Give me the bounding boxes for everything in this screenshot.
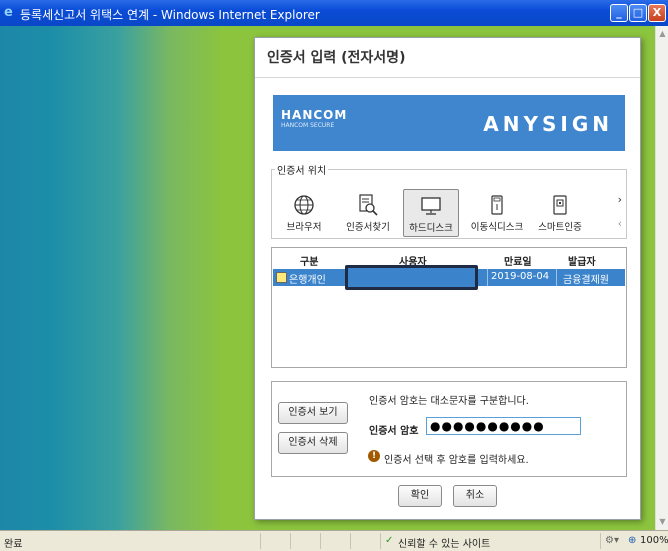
- anysign-banner: HANCOM HANCOM SECURE ANYSIGN: [273, 95, 625, 151]
- password-field[interactable]: ●●●●●●●●●●: [426, 417, 581, 435]
- location-label: 이동식디스크: [470, 222, 524, 233]
- trusted-check-icon: ✓: [385, 535, 394, 546]
- cert-type-cell: 은행개인: [289, 275, 326, 286]
- password-label: 인증서 암호: [369, 426, 419, 437]
- status-divider: [260, 533, 261, 549]
- certificate-icon: [276, 272, 287, 283]
- next-location-arrow-icon[interactable]: ›: [618, 193, 622, 206]
- column-header-issuer[interactable]: 발급자: [568, 253, 596, 268]
- smart-card-icon: [553, 195, 567, 215]
- security-zone[interactable]: 신뢰할 수 있는 사이트: [398, 535, 490, 550]
- status-divider: [600, 533, 601, 549]
- zoom-level[interactable]: 100%: [640, 535, 668, 546]
- certificate-dialog: 인증서 입력 (전자서명) HANCOM HANCOM SECURE ANYSI…: [254, 37, 641, 520]
- location-label: 인증서찾기: [346, 222, 390, 233]
- status-text: 완료: [4, 539, 23, 550]
- cancel-button[interactable]: 취소: [453, 485, 497, 507]
- prev-location-arrow-icon[interactable]: ‹: [618, 217, 622, 230]
- protected-mode-icon[interactable]: ⚙▾: [605, 535, 619, 546]
- location-label: 스마트인증: [538, 222, 582, 233]
- cert-expiry-cell: 2019-08-04: [491, 271, 550, 282]
- location-removable-disk[interactable]: 이동식디스크: [466, 189, 528, 237]
- warning-icon: !: [368, 450, 380, 462]
- ok-button[interactable]: 확인: [398, 485, 442, 507]
- status-divider: [290, 533, 291, 549]
- maximize-button[interactable]: □: [629, 4, 647, 22]
- globe-icon: [294, 195, 314, 215]
- cert-issuer-cell: 금융결제원: [563, 275, 609, 286]
- column-header-expiry[interactable]: 만료일: [504, 253, 532, 268]
- column-divider: [487, 269, 488, 286]
- anysign-logo: ANYSIGN: [483, 112, 613, 136]
- window-title-bar: e 등록세신고서 위택스 연계 - Windows Internet Explo…: [0, 0, 668, 26]
- location-find-cert[interactable]: 인증서찾기: [340, 189, 396, 237]
- scroll-down-arrow-icon[interactable]: ▼: [657, 516, 668, 528]
- status-bar: 완료 ✓ 신뢰할 수 있는 사이트 ⚙▾ ⊕ 100%: [0, 530, 668, 551]
- status-divider: [380, 533, 381, 549]
- location-label: 하드디스크: [409, 223, 453, 234]
- cert-location-legend: 인증서 위치: [277, 166, 327, 177]
- location-hard-disk[interactable]: 하드디스크: [403, 189, 459, 237]
- certificate-table: 구분 사용자 만료일 발급자 은행개인 2019-08-04 금융결제원: [271, 247, 627, 368]
- ie-logo-icon: e: [4, 5, 13, 20]
- scroll-up-arrow-icon[interactable]: ▲: [657, 28, 668, 40]
- view-cert-button[interactable]: 인증서 보기: [278, 402, 348, 424]
- close-window-button[interactable]: X: [648, 4, 666, 22]
- zoom-icon[interactable]: ⊕: [628, 535, 636, 546]
- password-case-notice: 인증서 암호는 대소문자를 구분합니다.: [369, 396, 529, 407]
- window-title: 등록세신고서 위택스 연계 - Windows Internet Explore…: [20, 8, 320, 22]
- masked-user-name: [345, 265, 478, 290]
- usb-icon: [491, 195, 503, 215]
- find-cert-icon: [359, 194, 378, 216]
- password-warning-text: 인증서 선택 후 암호를 입력하세요.: [384, 455, 529, 466]
- status-divider: [320, 533, 321, 549]
- column-divider: [556, 269, 557, 286]
- minimize-button[interactable]: _: [610, 4, 628, 22]
- column-header-type[interactable]: 구분: [300, 253, 318, 268]
- delete-cert-button[interactable]: 인증서 삭제: [278, 432, 348, 454]
- table-row[interactable]: 은행개인 2019-08-04 금융결제원: [273, 265, 625, 290]
- location-browser[interactable]: 브라우저: [276, 189, 332, 237]
- location-label: 브라우저: [286, 222, 322, 233]
- hancom-logo: HANCOM: [281, 108, 348, 122]
- vertical-scrollbar[interactable]: ▲ ▼: [655, 26, 668, 530]
- password-section: 인증서 보기 인증서 삭제 인증서 암호는 대소문자를 구분합니다. 인증서 암…: [271, 381, 627, 477]
- status-divider: [350, 533, 351, 549]
- dialog-title: 인증서 입력 (전자서명): [255, 38, 640, 78]
- location-smart-cert[interactable]: 스마트인증: [532, 189, 588, 237]
- monitor-icon: [421, 197, 441, 215]
- cert-location-group: 인증서 위치 브라우저 인증서찾기 하드디스크 이동식디스크 스마트인증 › ‹: [271, 162, 627, 239]
- hancom-secure-text: HANCOM SECURE: [281, 122, 335, 129]
